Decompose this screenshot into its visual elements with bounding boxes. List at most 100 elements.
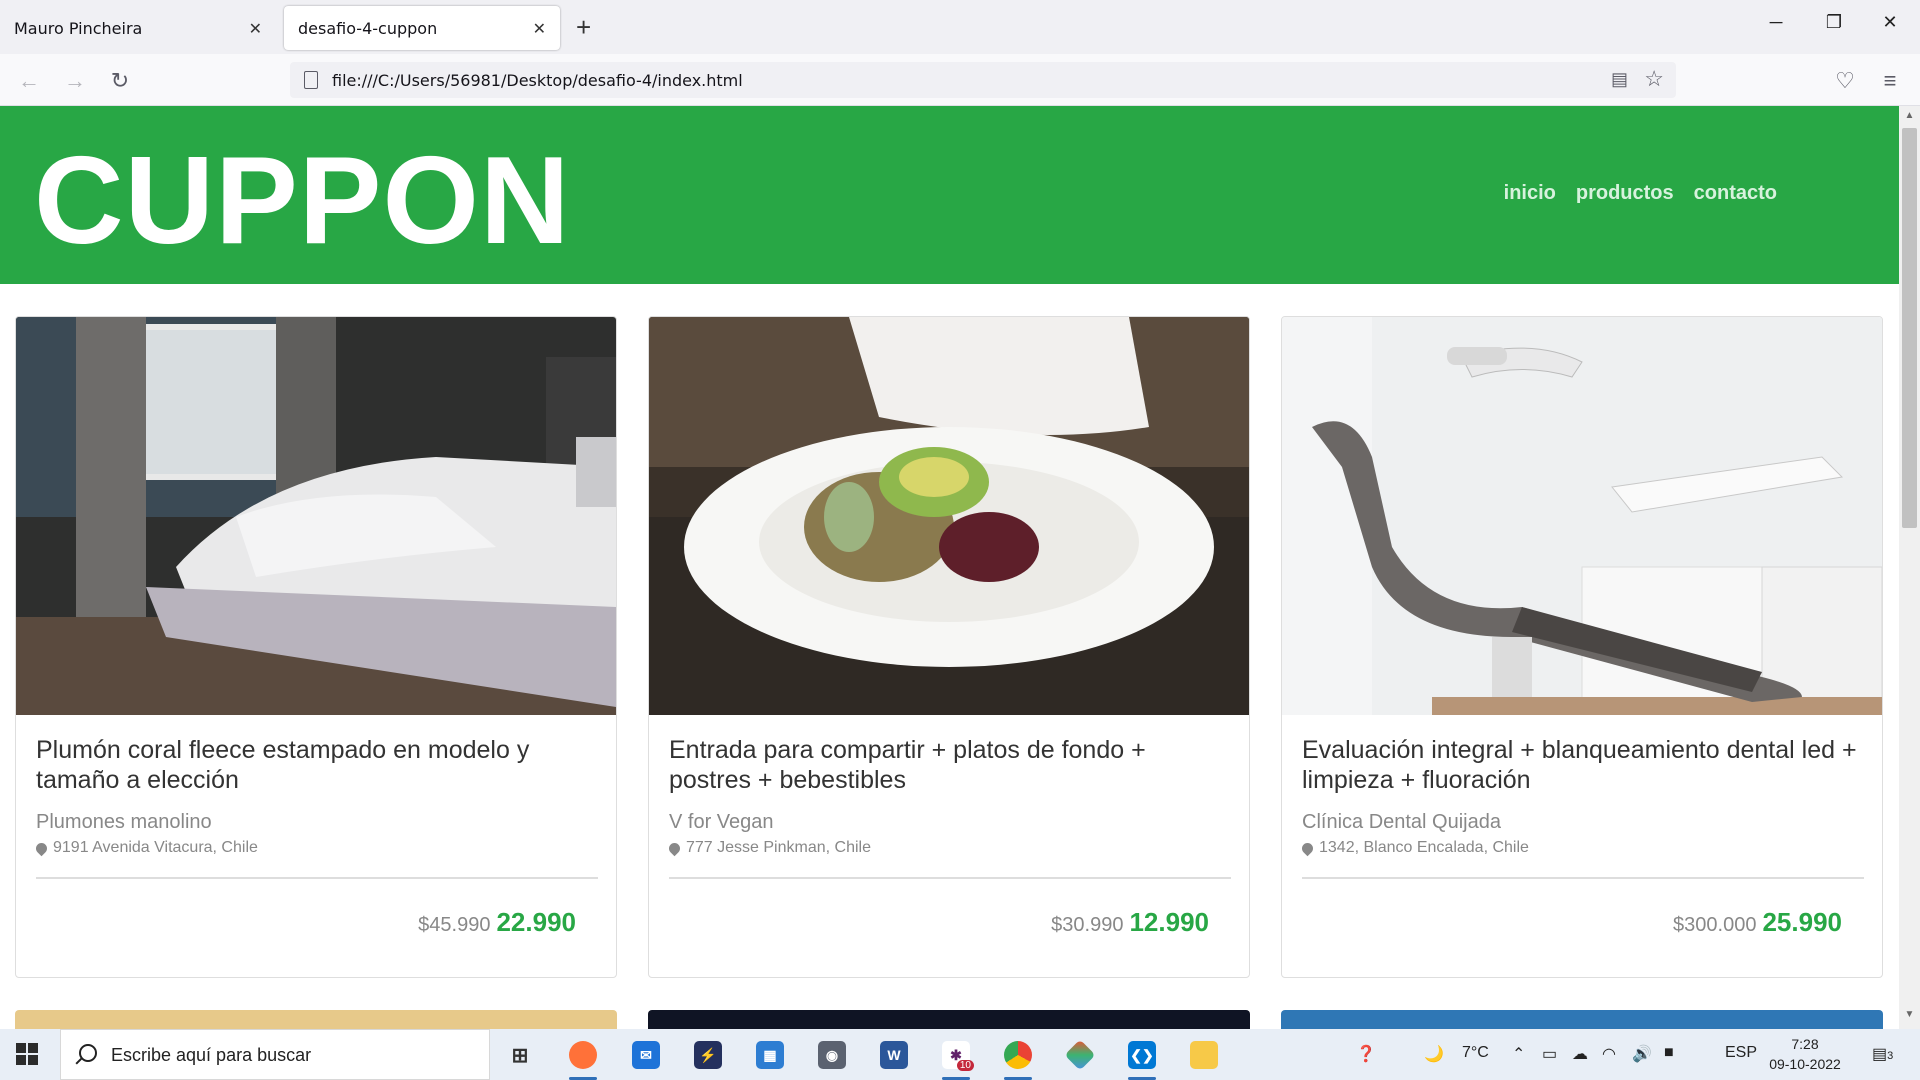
url-bar[interactable]: file:///C:/Users/56981/Desktop/desafio-4… xyxy=(290,62,1676,98)
pocket-icon[interactable]: ♡ xyxy=(1830,66,1860,96)
product-image-food xyxy=(649,317,1249,715)
nav-link-contacto[interactable]: contacto xyxy=(1694,182,1777,205)
product-card-peek[interactable] xyxy=(648,1010,1250,1029)
product-card-peek[interactable] xyxy=(15,1010,617,1029)
url-text[interactable]: file:///C:/Users/56981/Desktop/desafio-4… xyxy=(332,71,743,90)
word-icon[interactable]: W xyxy=(874,1035,914,1075)
nav-link-inicio[interactable]: inicio xyxy=(1504,182,1556,205)
card-vendor: Clínica Dental Quijada xyxy=(1302,811,1501,833)
forward-icon[interactable]: → xyxy=(60,66,90,96)
file-explorer-icon[interactable] xyxy=(1184,1035,1224,1075)
old-price: $30.990 xyxy=(1051,914,1124,936)
card-address-text: 777 Jesse Pinkman, Chile xyxy=(686,839,871,856)
help-icon[interactable]: ❓ xyxy=(1356,1044,1376,1064)
tab-desafio-4-cuppon[interactable]: desafio-4-cuppon ✕ xyxy=(284,6,560,50)
restore-icon[interactable]: ❐ xyxy=(1814,12,1854,33)
windows-taskbar: Escribe aquí para buscar ⊞ ✉ ⚡ ▦ ◉ W ✱ 1… xyxy=(0,1029,1920,1080)
vscode-icon[interactable]: ❮❯ xyxy=(1122,1035,1162,1080)
chrome-icon[interactable] xyxy=(998,1035,1038,1080)
map-marker-icon xyxy=(1299,840,1316,856)
back-icon[interactable]: ← xyxy=(14,66,44,96)
close-window-icon[interactable]: ✕ xyxy=(1870,12,1910,33)
card-address-text: 9191 Avenida Vitacura, Chile xyxy=(53,839,258,856)
store-icon[interactable]: ▦ xyxy=(750,1035,790,1075)
new-tab-icon[interactable]: + xyxy=(576,12,591,42)
card-address: 9191 Avenida Vitacura, Chile xyxy=(33,839,258,857)
powershell-icon[interactable]: ⚡ xyxy=(688,1035,728,1075)
product-image-dental xyxy=(1282,317,1882,715)
old-price: $45.990 xyxy=(418,914,491,936)
nav-link-productos[interactable]: productos xyxy=(1576,182,1674,205)
close-tab-icon[interactable]: ✕ xyxy=(249,19,262,38)
card-price: $30.990 12.990 xyxy=(1051,907,1209,938)
reader-view-icon[interactable]: ▤ xyxy=(1611,69,1628,90)
browser-nav-bar: ← → ↻ file:///C:/Users/56981/Desktop/des… xyxy=(0,54,1920,106)
card-title[interactable]: Evaluación integral + blanqueamiento den… xyxy=(1302,735,1862,795)
firefox-icon[interactable] xyxy=(563,1035,603,1080)
weather-temp[interactable]: 7°C xyxy=(1462,1044,1489,1062)
page-scrollbar[interactable]: ▲ ▼ xyxy=(1899,106,1920,1029)
search-placeholder: Escribe aquí para buscar xyxy=(111,1045,312,1065)
slack-icon[interactable]: ✱ 10 xyxy=(936,1035,976,1080)
product-card-peek[interactable] xyxy=(1281,1010,1883,1029)
browser-tab-bar: Mauro Pincheira ✕ desafio-4-cuppon ✕ + ─… xyxy=(0,0,1920,54)
file-icon xyxy=(304,71,318,89)
product-image-bed xyxy=(16,317,616,715)
taskbar-clock[interactable]: 7:28 09-10-2022 xyxy=(1760,1034,1850,1074)
clock-time: 7:28 xyxy=(1791,1036,1819,1052)
wifi-icon[interactable]: ◠ xyxy=(1602,1044,1616,1064)
bookmark-star-icon[interactable]: ☆ xyxy=(1644,66,1664,92)
tab-mauro-pincheira[interactable]: Mauro Pincheira ✕ xyxy=(0,6,276,50)
tab-label: Mauro Pincheira xyxy=(14,18,143,38)
card-vendor: V for Vegan xyxy=(669,811,774,833)
page-viewport: CUPPON inicio productos contacto Plumón … xyxy=(0,106,1899,1029)
product-card[interactable]: Evaluación integral + blanqueamiento den… xyxy=(1281,316,1883,978)
notifications-icon[interactable]: ▤3 xyxy=(1872,1044,1893,1064)
site-logo[interactable]: CUPPON xyxy=(34,130,571,272)
scroll-thumb[interactable] xyxy=(1902,128,1917,528)
card-price: $45.990 22.990 xyxy=(418,907,576,938)
card-divider xyxy=(1302,877,1864,879)
volume-icon[interactable]: 🔊 xyxy=(1632,1044,1652,1064)
card-address-text: 1342, Blanco Encalada, Chile xyxy=(1319,839,1529,856)
menu-icon[interactable]: ≡ xyxy=(1875,66,1905,96)
product-card[interactable]: Entrada para compartir + platos de fondo… xyxy=(648,316,1250,978)
scroll-up-icon[interactable]: ▲ xyxy=(1899,110,1920,128)
language-indicator[interactable]: ESP xyxy=(1725,1044,1757,1062)
new-price: 25.990 xyxy=(1762,907,1842,937)
clock-date: 09-10-2022 xyxy=(1769,1056,1841,1072)
card-address: 777 Jesse Pinkman, Chile xyxy=(666,839,871,857)
windows-start-icon[interactable] xyxy=(16,1043,38,1065)
camera-icon[interactable]: ◉ xyxy=(812,1035,852,1075)
minimize-icon[interactable]: ─ xyxy=(1756,12,1796,33)
mail-icon[interactable]: ✉ xyxy=(626,1035,666,1075)
battery-icon[interactable]: ▭ xyxy=(1542,1044,1557,1064)
slack-badge: 10 xyxy=(956,1060,974,1071)
card-vendor: Plumones manolino xyxy=(36,811,212,833)
old-price: $300.000 xyxy=(1673,914,1757,936)
tab-label: desafio-4-cuppon xyxy=(298,18,438,38)
product-card[interactable]: Plumón coral fleece estampado en modelo … xyxy=(15,316,617,978)
cloud-icon[interactable]: ☁ xyxy=(1572,1044,1588,1064)
show-hidden-icons[interactable]: ⌃ xyxy=(1512,1044,1525,1064)
map-marker-icon xyxy=(33,840,50,856)
new-price: 12.990 xyxy=(1129,907,1209,937)
task-view-icon[interactable]: ⊞ xyxy=(500,1035,540,1075)
card-divider xyxy=(669,877,1231,879)
close-tab-icon[interactable]: ✕ xyxy=(533,19,546,38)
search-icon xyxy=(79,1044,97,1062)
git-kraken-icon[interactable] xyxy=(1060,1035,1100,1075)
scroll-down-icon[interactable]: ▼ xyxy=(1899,1009,1920,1027)
card-title[interactable]: Plumón coral fleece estampado en modelo … xyxy=(36,735,596,795)
card-price: $300.000 25.990 xyxy=(1673,907,1842,938)
reload-icon[interactable]: ↻ xyxy=(105,66,135,96)
taskbar-search[interactable]: Escribe aquí para buscar xyxy=(60,1029,490,1080)
weather-icon[interactable]: 🌙 xyxy=(1424,1044,1444,1064)
card-address: 1342, Blanco Encalada, Chile xyxy=(1299,839,1529,857)
site-nav: inicio productos contacto xyxy=(1504,182,1777,205)
card-divider xyxy=(36,877,598,879)
antivirus-icon[interactable]: ■ xyxy=(1664,1044,1674,1062)
map-marker-icon xyxy=(666,840,683,856)
notification-count: 3 xyxy=(1887,1050,1894,1062)
card-title[interactable]: Entrada para compartir + platos de fondo… xyxy=(669,735,1229,795)
